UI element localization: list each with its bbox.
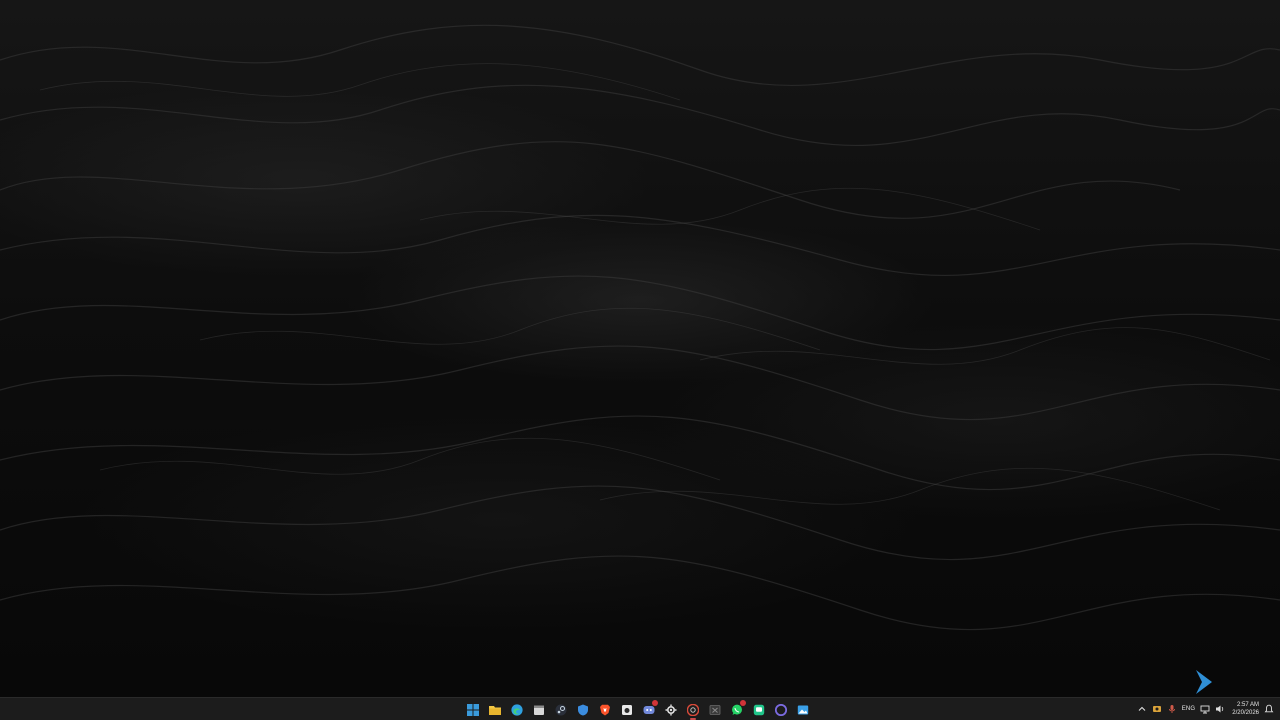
calendar-app-icon: [534, 705, 544, 715]
messaging-app-button[interactable]: [750, 700, 768, 720]
microphone-icon: [1168, 705, 1175, 713]
file-explorer-button[interactable]: [486, 700, 504, 720]
messaging-app-icon: [753, 704, 765, 715]
excel-icon: [709, 704, 721, 715]
clock[interactable]: 2:57 AM 2/20/2026: [1232, 701, 1259, 717]
settings-button[interactable]: [662, 700, 680, 720]
start-button[interactable]: [464, 700, 482, 720]
notification-badge: [740, 699, 746, 706]
whatsapp-button[interactable]: [728, 699, 746, 720]
chevron-up-icon: [1138, 706, 1146, 711]
show-hidden-icons-button[interactable]: [1137, 704, 1147, 714]
calendar-app-button[interactable]: [530, 700, 548, 720]
microphone-button[interactable]: [1167, 704, 1177, 714]
shield-app-button[interactable]: [574, 700, 592, 720]
volume-button[interactable]: [1215, 704, 1225, 714]
network-icon: [1200, 705, 1210, 714]
edge-browser-icon: [511, 703, 523, 716]
network-button[interactable]: [1200, 704, 1210, 714]
notification-bell-icon: [1264, 704, 1274, 713]
steam-icon: [555, 704, 567, 715]
running-indicator: [690, 717, 696, 720]
camera-app-icon: [622, 704, 632, 715]
edge-browser-button[interactable]: [508, 700, 526, 720]
dark-waves-wallpaper: [0, 24, 1280, 631]
file-explorer-icon: [489, 705, 501, 715]
brave-browser-button[interactable]: [596, 700, 614, 720]
brave-browser-icon: [600, 704, 610, 715]
shield-app-icon: [578, 704, 588, 715]
start-icon: [467, 703, 479, 716]
clock-date: 2/20/2026: [1232, 710, 1259, 716]
excel-button[interactable]: [706, 700, 724, 720]
taskbar: ENG 2:57 AM 2/20/2026: [0, 697, 1280, 720]
chevron-right-icon[interactable]: [1192, 668, 1216, 696]
image-viewer-icon: [797, 705, 809, 714]
system-tray: ENG 2:57 AM 2/20/2026: [1137, 698, 1280, 720]
taskbar-pinned-apps: [464, 699, 812, 720]
circle-app-button[interactable]: [772, 700, 790, 720]
steam-button[interactable]: [552, 700, 570, 720]
notification-badge: [652, 699, 658, 706]
speaker-icon: [1216, 705, 1224, 713]
language-indicator[interactable]: ENG: [1182, 706, 1196, 712]
clock-time: 2:57 AM: [1236, 702, 1259, 708]
tray-app-button[interactable]: [1152, 704, 1162, 714]
desktop-wallpaper: [0, 0, 1280, 697]
camera-app-button[interactable]: [618, 700, 636, 720]
discord-button[interactable]: [640, 699, 658, 720]
chrome-browser-icon: [687, 703, 699, 716]
image-viewer-button[interactable]: [794, 700, 812, 720]
notifications-button[interactable]: [1264, 704, 1274, 714]
circle-app-icon: [775, 703, 787, 716]
chrome-browser-button[interactable]: [684, 700, 702, 720]
tray-app-icon: [1152, 706, 1161, 712]
settings-gear-icon: [665, 704, 677, 715]
